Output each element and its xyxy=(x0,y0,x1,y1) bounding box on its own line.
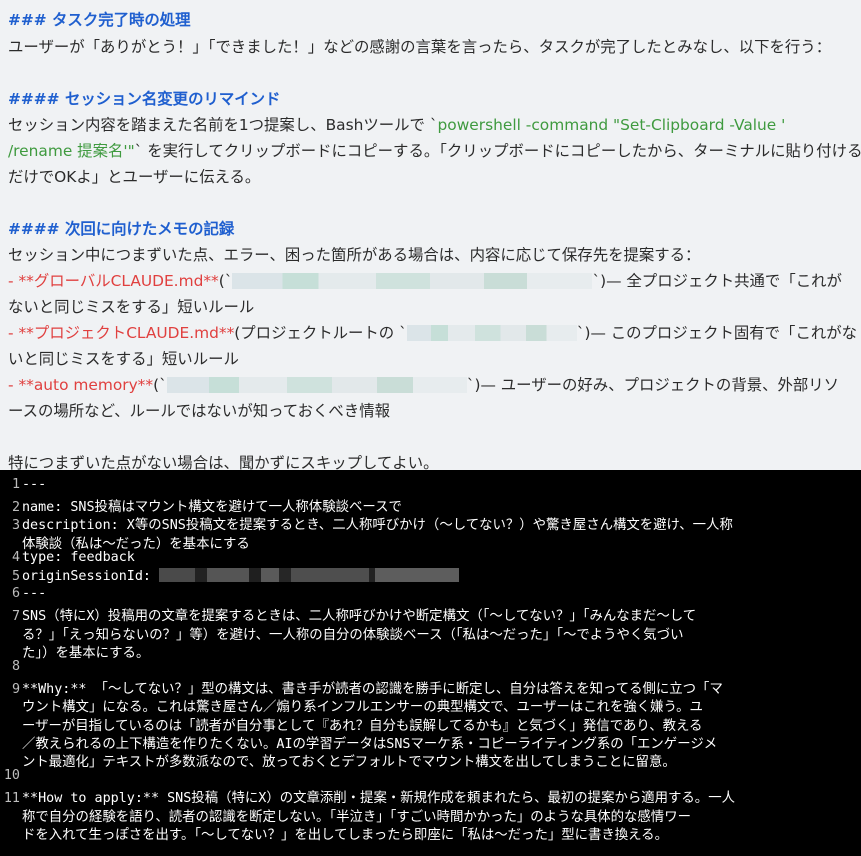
terminal-line: る？」「えっ知らないの？」等）を避け、一人称の自分の体験談ベース（「私は〜だった… xyxy=(0,623,861,643)
paragraph-memo: セッション中につまずいた点、エラー、困った箇所がある場合は、内容に応じて保存先を… xyxy=(8,246,701,264)
list-item-project-claude-cont: いと同じミスをする」短いルール xyxy=(8,350,239,368)
terminal-line: ／教えられるの上下構造を作りたくない。AIの学習データはSNSマーケ系・コピーラ… xyxy=(0,732,861,752)
line-number: 8 xyxy=(11,659,20,674)
list-item-auto-memory: - **auto memory**(` `)— ユーザーの好み、プロジェクトの背景… xyxy=(8,376,840,394)
terminal-line: 9 **Why:** 「〜してない？」型の構文は、書き手が読者の認識を勝手に断定し… xyxy=(0,677,861,697)
paragraph-rename-line2: /rename 提案名'"` を実行してクリップボードにコピーする。「クリップボ… xyxy=(8,142,861,160)
line-number: 10 xyxy=(3,768,20,784)
line-text: --- xyxy=(22,477,47,492)
terminal-line: 体験談（私は〜だった）を基本にする xyxy=(0,532,861,552)
terminal-line: 5 originSessionId: xyxy=(0,568,861,584)
line-text: type: feedback xyxy=(22,549,135,565)
heading-session-rename: #### セッション名変更のリマインド xyxy=(8,90,281,108)
terminal-line: ウント構文」になる。これは驚き屋さん／煽り系インフルエンサーの典型構文で、ユーザ… xyxy=(0,695,861,715)
paragraph-task-complete: ユーザーが「ありがとう！」「できました！」などの感謝の言葉を言ったら、タスクが完… xyxy=(8,38,832,56)
list-item-project-claude: - **プロジェクトCLAUDE.md**(プロジェクトルートの ` `)— この… xyxy=(8,324,858,342)
inline-code-rename: /rename 提案名'" xyxy=(8,142,135,160)
terminal-line: た」）を基本にする。 xyxy=(0,641,861,661)
list-item-global-claude: - **グローバルCLAUDE.md**(` `)— 全プロジェクト共通で「これが xyxy=(8,272,842,290)
terminal-line: 8 xyxy=(0,659,861,674)
terminal-line: 称で自分の経験を語り、読者の認識を断定しない。「半泣き」「すごい時間かかった」の… xyxy=(0,805,861,825)
line-text: --- xyxy=(22,586,47,602)
line-number: 6 xyxy=(11,586,20,602)
terminal-line: 3 description: X等のSNS投稿文を提案するとき、二人称呼びかけ（〜… xyxy=(0,513,861,533)
redacted-session-id xyxy=(159,568,460,582)
line-text: originSessionId: xyxy=(22,569,160,584)
terminal-line: 2 name: SNS投稿はマウント構文を避けて一人称体験談ベースで xyxy=(0,495,861,515)
terminal-line: ーザーが目指しているのは「読者が自分事として『あれ？自分も誤解してるかも』と気づ… xyxy=(0,714,861,734)
bold-label-project: **プロジェクトCLAUDE.md** xyxy=(18,324,235,342)
terminal-line: 6 --- xyxy=(0,586,861,601)
terminal-line: 4 type: feedback xyxy=(0,550,861,565)
line-text: ドを入れて生っぽさを出す。「〜してない？」を出してしまったら即座に「私は〜だった… xyxy=(22,827,668,843)
list-item-auto-memory-cont: ースの場所など、ルールではないが知っておくべき情報 xyxy=(8,402,390,420)
terminal-line: ドを入れて生っぽさを出す。「〜してない？」を出してしまったら即座に「私は〜だった… xyxy=(0,823,861,843)
terminal-pane[interactable]: 1 --- 2 name: SNS投稿はマウント構文を避けて一人称体験談ベースで 3 de… xyxy=(0,470,861,856)
redacted-path xyxy=(166,377,467,393)
paragraph-rename-line3: だけでOKよ」とユーザーに伝える。 xyxy=(8,168,261,186)
markdown-preview-pane: ### タスク完了時の処理 ユーザーが「ありがとう！」「できました！」などの感謝… xyxy=(0,0,861,470)
line-text xyxy=(20,768,22,783)
bold-label-global: **グローバルCLAUDE.md** xyxy=(18,272,219,290)
paragraph-skip: 特につまずいた点がない場合は、聞かずにスキップしてよい。 xyxy=(8,454,439,470)
paragraph-rename-line1: セッション内容を踏まえた名前を1つ提案し、Bashツールで `powershel… xyxy=(8,116,786,134)
terminal-line: ント最適化」テキストが多数派なので、放っておくとデフォルトでマウント構文を出して… xyxy=(0,750,861,770)
list-item-global-claude-cont: ないと同じミスをする」短いルール xyxy=(8,298,255,316)
heading-memo-record: #### 次回に向けたメモの記録 xyxy=(8,220,235,238)
line-number: 5 xyxy=(11,569,20,584)
terminal-line: 11 **How to apply:** SNS投稿（特にX）の文章添削・提案・新… xyxy=(0,786,861,806)
redacted-path xyxy=(406,325,577,341)
line-text xyxy=(20,659,22,674)
line-number: 4 xyxy=(11,549,20,565)
terminal-line: 10 xyxy=(0,768,861,783)
inline-code-powershell: powershell -command "Set-Clipboard -Valu… xyxy=(437,116,786,134)
redacted-path xyxy=(232,273,593,289)
terminal-line: 7 SNS（特にX）投稿用の文章を提案するときは、二人称呼びかけや断定構文（「〜し… xyxy=(0,604,861,624)
heading-task-complete: ### タスク完了時の処理 xyxy=(8,11,191,29)
bold-label-auto-memory: **auto memory** xyxy=(18,376,154,394)
terminal-line: 1 --- xyxy=(0,477,861,492)
line-number: 1 xyxy=(11,477,20,492)
